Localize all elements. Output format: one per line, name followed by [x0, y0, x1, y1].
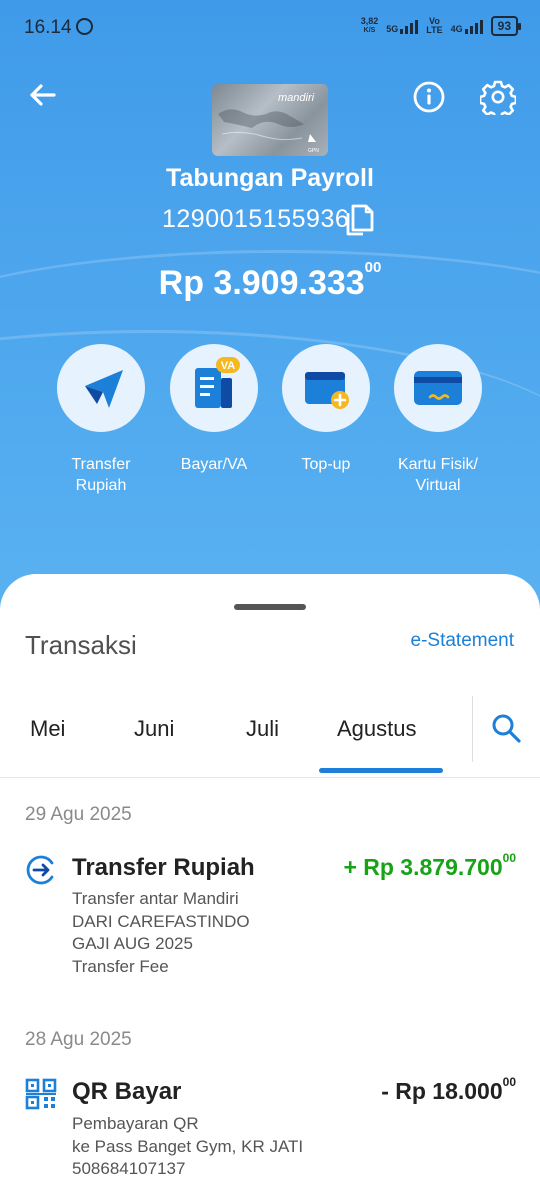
- card-brand-text: mandiri: [278, 92, 315, 104]
- svg-text:GPN: GPN: [308, 148, 319, 154]
- transaction-amount: - Rp 18.00000: [381, 1075, 516, 1105]
- signal-5g-label: 5G: [386, 24, 399, 34]
- network-speed-value: 3,82: [360, 16, 379, 26]
- card-icon: [414, 371, 462, 405]
- month-tabs: Mei Juni Juli Agustus: [0, 696, 540, 778]
- paper-plane-icon: [85, 370, 123, 408]
- balance-cents: 00: [364, 258, 382, 276]
- network-speed: 3,82 K/S: [361, 17, 379, 35]
- settings-gear-icon[interactable]: [480, 79, 516, 115]
- battery-icon: 93: [490, 16, 522, 36]
- qr-code-icon: [25, 1078, 57, 1110]
- transaction-amount-value: + Rp 3.879.700: [343, 854, 503, 880]
- account-number: 1290015155936: [162, 205, 350, 233]
- transaction-desc-line: Pembayaran QR: [72, 1114, 199, 1133]
- tabs-divider: [472, 696, 473, 762]
- tab-agustus[interactable]: Agustus: [337, 716, 417, 742]
- action-kartu-fisik-virtual-label: Kartu Fisik/ Virtual: [397, 456, 478, 494]
- signal-bars-icon: [464, 18, 483, 34]
- action-label: Kartu Fisik/ Virtual: [382, 454, 494, 496]
- status-bar: 16.14 3,82 K/S 5G Vo LTE 4G 93: [0, 0, 540, 56]
- transaction-date: 28 Agu 2025: [25, 1029, 132, 1050]
- transaction-desc-line: DARI CAREFASTINDO: [72, 911, 250, 931]
- action-label: Bayar/VA: [158, 454, 270, 475]
- tab-juli[interactable]: Juli: [246, 716, 279, 742]
- transfer-circle-icon: [26, 855, 54, 885]
- signal-4g-label: 4G: [450, 24, 463, 34]
- account-balance: Rp 3.909.33300: [0, 259, 540, 303]
- transaction-desc-line: 508684107137: [72, 1159, 186, 1179]
- action-kartu-fisik-virtual[interactable]: Kartu Fisik/ Virtual: [382, 344, 494, 496]
- transaction-amount-cents: 00: [502, 1075, 516, 1090]
- transaction-amount-cents: 00: [502, 851, 516, 866]
- action-icon-circle: [282, 344, 370, 432]
- action-top-up-label: Top-up: [301, 456, 351, 473]
- info-icon[interactable]: [412, 80, 446, 114]
- transaction-amount: + Rp 3.879.70000: [343, 851, 516, 881]
- network-speed-unit: K/S: [363, 27, 376, 34]
- transactions-title: Transaksi: [25, 630, 137, 660]
- signal-5g: 5G: [386, 18, 419, 34]
- tab-juni[interactable]: Juni: [134, 716, 174, 742]
- va-badge: VA: [221, 360, 236, 372]
- transaction-description: Pembayaran QR ke Pass Banget Gym, KR JAT…: [72, 1113, 303, 1181]
- signal-bars-icon: [400, 18, 419, 34]
- e-statement-link[interactable]: e-Statement: [411, 630, 515, 652]
- transaction-description: Transfer antar Mandiri DARI CAREFASTINDO…: [72, 888, 250, 979]
- active-tab-indicator: [319, 768, 443, 773]
- action-label: Top-up: [270, 454, 382, 475]
- action-icon-circle: [394, 344, 482, 432]
- action-icon-circle: [57, 344, 145, 432]
- account-header: 16.14 3,82 K/S 5G Vo LTE 4G 93 GPN mandi…: [0, 0, 540, 620]
- transaction-desc-line: Transfer antar Mandiri: [72, 889, 239, 908]
- action-transfer-rupiah-label: Transfer Rupiah: [71, 456, 131, 494]
- transaction-desc-line: GAJI AUG 2025: [72, 934, 193, 954]
- transactions-sheet: Transaksi e-Statement: [0, 574, 540, 1200]
- whatsapp-icon: [76, 18, 93, 35]
- search-icon[interactable]: [490, 712, 522, 744]
- action-transfer-rupiah[interactable]: Transfer Rupiah: [45, 344, 157, 496]
- transaction-date: 29 Agu 2025: [25, 804, 132, 825]
- account-name: Tabungan Payroll: [166, 164, 374, 192]
- transaction-desc-line: Transfer Fee: [72, 957, 169, 977]
- action-bayar-va-label: Bayar/VA: [180, 456, 248, 473]
- bill-va-icon: VA: [195, 357, 240, 408]
- balance-amount: Rp 3.909.333: [158, 264, 365, 302]
- copy-icon[interactable]: [344, 203, 374, 237]
- transaction-title[interactable]: QR Bayar: [72, 1078, 181, 1106]
- back-arrow-icon[interactable]: [26, 78, 60, 112]
- transaction-desc-line: ke Pass Banget Gym, KR JATI: [72, 1136, 304, 1156]
- action-bayar-va[interactable]: VA Bayar/VA: [158, 344, 270, 475]
- action-top-up[interactable]: Top-up: [270, 344, 382, 475]
- transaction-title[interactable]: Transfer Rupiah: [72, 854, 255, 882]
- sheet-drag-handle[interactable]: [234, 604, 306, 610]
- volte-bottom: LTE: [426, 25, 443, 35]
- wallet-plus-icon: [305, 372, 349, 409]
- account-card-image: GPN mandiri: [212, 84, 328, 156]
- signal-4g: 4G: [451, 18, 483, 34]
- action-icon-circle: VA: [170, 344, 258, 432]
- volte-indicator: Vo LTE: [426, 17, 442, 35]
- tab-mei[interactable]: Mei: [30, 716, 65, 742]
- transaction-amount-value: - Rp 18.000: [381, 1078, 503, 1104]
- status-time: 16.14: [24, 17, 72, 38]
- action-label: Transfer Rupiah: [45, 454, 157, 496]
